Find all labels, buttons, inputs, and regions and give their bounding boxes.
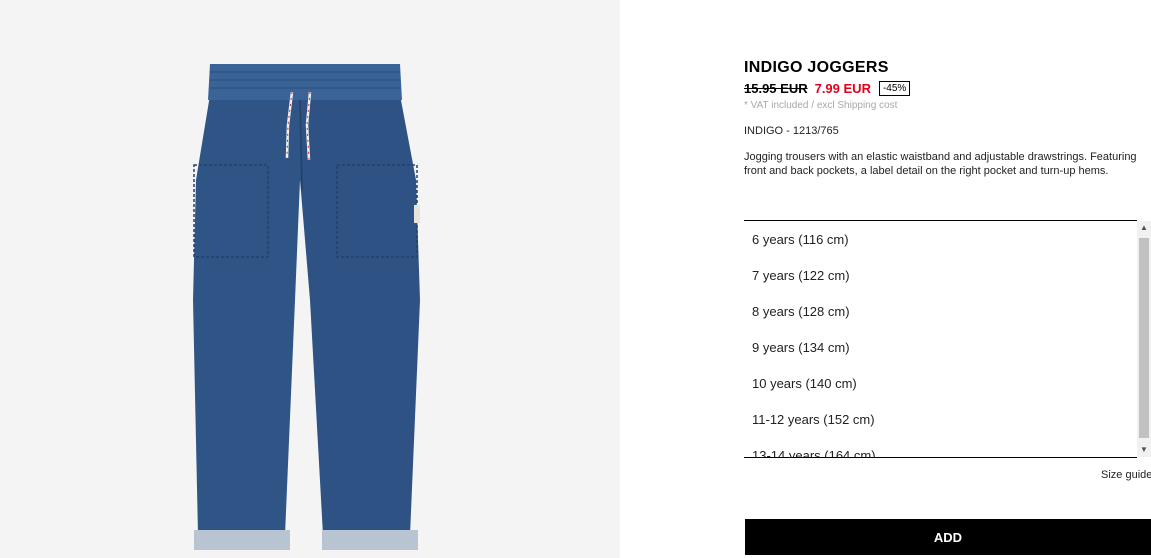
product-title: INDIGO JOGGERS xyxy=(744,59,889,76)
color-reference: INDIGO - 1213/765 xyxy=(744,125,839,137)
size-option[interactable]: 11-12 years (152 cm) xyxy=(744,402,1137,438)
product-description: Jogging trousers with an elastic waistba… xyxy=(744,151,1137,177)
product-image-joggers xyxy=(193,64,420,550)
size-option[interactable]: 8 years (128 cm) xyxy=(744,294,1137,330)
size-list[interactable]: 6 years (116 cm) 7 years (122 cm) 8 year… xyxy=(744,220,1137,458)
size-guide-link[interactable]: Size guide xyxy=(1101,469,1151,481)
size-option[interactable]: 7 years (122 cm) xyxy=(744,258,1137,294)
size-option[interactable]: 13-14 years (164 cm) xyxy=(744,438,1137,457)
size-option[interactable]: 9 years (134 cm) xyxy=(744,330,1137,366)
scroll-down-arrow-icon[interactable]: ▼ xyxy=(1137,443,1151,457)
price-row: 15.95 EUR 7.99 EUR -45% xyxy=(744,81,911,96)
size-list-scrollbar[interactable]: ▲ ▼ xyxy=(1137,221,1151,457)
product-image-panel xyxy=(0,0,620,558)
discount-badge: -45% xyxy=(878,81,911,96)
vat-note: * VAT included / excl Shipping cost xyxy=(744,100,898,111)
product-page: INDIGO JOGGERS 15.95 EUR 7.99 EUR -45% *… xyxy=(0,0,1151,558)
old-price: 15.95 EUR xyxy=(744,81,808,96)
scroll-up-arrow-icon[interactable]: ▲ xyxy=(1137,221,1151,235)
product-info: INDIGO JOGGERS 15.95 EUR 7.99 EUR -45% *… xyxy=(744,0,1151,558)
size-option[interactable]: 6 years (116 cm) xyxy=(744,222,1137,258)
sale-price: 7.99 EUR xyxy=(814,81,871,96)
add-to-cart-button[interactable]: ADD xyxy=(745,519,1151,555)
size-option[interactable]: 10 years (140 cm) xyxy=(744,366,1137,402)
scrollbar-thumb[interactable] xyxy=(1139,238,1149,438)
